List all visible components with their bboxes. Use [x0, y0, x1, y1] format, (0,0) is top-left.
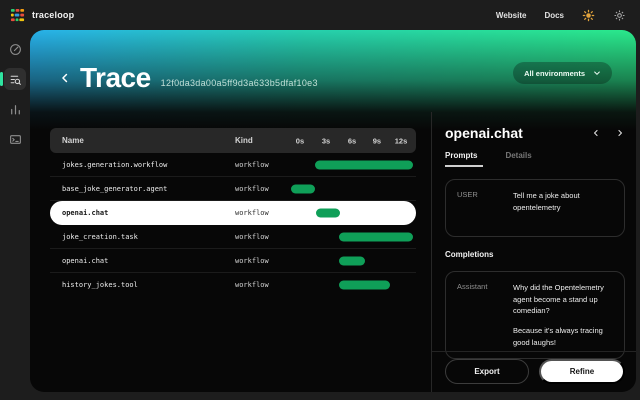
span-kind: workflow	[235, 161, 290, 169]
completion-paragraph: Why did the Opentelemetry agent become a…	[513, 282, 613, 317]
col-header-kind: Kind	[235, 136, 290, 145]
tab-prompts[interactable]: Prompts	[445, 151, 483, 167]
span-name: history_jokes.tool	[62, 281, 235, 289]
duration-bar	[291, 184, 315, 193]
dashboard-compass-icon	[9, 43, 22, 56]
analytics-bar-chart-icon	[9, 103, 22, 116]
tab-details[interactable]: Details	[505, 151, 531, 167]
tick-label: 0s	[296, 136, 304, 145]
traceloop-logo-icon	[10, 8, 25, 23]
active-indicator	[0, 72, 3, 86]
sidebar-item-dashboard[interactable]	[4, 38, 26, 60]
duration-bar	[339, 256, 365, 265]
span-name: joke_creation.task	[62, 233, 235, 241]
table-row[interactable]: jokes.generation.workflow workflow	[50, 153, 416, 177]
table-row[interactable]: base_joke_generator.agent workflow	[50, 177, 416, 201]
website-link[interactable]: Website	[496, 11, 527, 20]
back-chevron-icon[interactable]	[58, 65, 76, 91]
completion-paragraph: Because it's always tracing good laughs!	[513, 325, 613, 348]
table-row-selected[interactable]: openai.chat workflow	[50, 201, 416, 225]
sidebar-item-traces[interactable]	[4, 68, 26, 90]
prompt-text: Tell me a joke about opentelemetry	[513, 190, 613, 226]
playground-terminal-icon	[9, 133, 22, 146]
page-title: Trace	[80, 62, 151, 94]
topbar: traceloop Website Docs	[0, 0, 640, 30]
span-detail-title: openai.chat	[445, 125, 523, 141]
detail-tabs: Prompts Details	[445, 151, 625, 167]
timeline-axis: 0s 3s 6s 9s 12s	[290, 128, 416, 153]
theme-toggle-sun-icon[interactable]	[582, 9, 595, 22]
completions-heading: Completions	[445, 250, 625, 259]
sidebar	[0, 30, 30, 400]
duration-bar	[339, 232, 413, 241]
span-kind: workflow	[235, 233, 290, 241]
environment-dropdown-value: All environments	[524, 69, 585, 78]
tick-label: 12s	[395, 136, 408, 145]
table-row[interactable]: history_jokes.tool workflow	[50, 273, 416, 297]
span-kind: workflow	[235, 209, 290, 217]
sidebar-item-analytics[interactable]	[4, 98, 26, 120]
span-kind: workflow	[235, 257, 290, 265]
export-button[interactable]: Export	[445, 359, 529, 384]
duration-bar	[339, 281, 390, 290]
next-span-chevron-icon[interactable]	[615, 128, 625, 138]
docs-link[interactable]: Docs	[544, 11, 564, 20]
spans-table: Name Kind 0s 3s 6s 9s 12s jokes.generati…	[50, 128, 416, 297]
brand-name: traceloop	[32, 10, 74, 20]
prompt-role-label: USER	[457, 190, 503, 226]
refine-button[interactable]: Refine	[539, 359, 625, 384]
prompt-card: USER Tell me a joke about opentelemetry	[445, 179, 625, 237]
completion-text: Why did the Opentelemetry agent become a…	[513, 282, 613, 348]
tick-label: 3s	[322, 136, 330, 145]
prev-span-chevron-icon[interactable]	[591, 128, 601, 138]
brand-logo[interactable]: traceloop	[10, 8, 74, 23]
main-panel: Trace 12f0da3da00a5ff9d3a633b5dfaf10e3 A…	[30, 30, 636, 392]
span-name: base_joke_generator.agent	[62, 185, 235, 193]
duration-bar	[316, 208, 340, 217]
span-kind: workflow	[235, 281, 290, 289]
span-name: jokes.generation.workflow	[62, 161, 235, 169]
sidebar-item-playground[interactable]	[4, 128, 26, 150]
traces-search-icon	[9, 73, 22, 86]
col-header-name: Name	[62, 136, 235, 145]
detail-footer: Export Refine	[432, 351, 636, 392]
tick-label: 6s	[348, 136, 356, 145]
settings-gear-icon[interactable]	[613, 9, 626, 22]
table-row[interactable]: openai.chat workflow	[50, 249, 416, 273]
span-name: openai.chat	[62, 209, 235, 217]
chevron-down-icon	[593, 69, 601, 77]
completion-role-label: Assistant	[457, 282, 503, 348]
duration-bar	[315, 160, 413, 169]
span-name: openai.chat	[62, 257, 235, 265]
span-detail-panel: openai.chat Prompts Details	[431, 112, 636, 392]
environment-dropdown[interactable]: All environments	[513, 62, 612, 84]
table-row[interactable]: joke_creation.task workflow	[50, 225, 416, 249]
span-kind: workflow	[235, 185, 290, 193]
table-header: Name Kind 0s 3s 6s 9s 12s	[50, 128, 416, 153]
trace-id: 12f0da3da00a5ff9d3a633b5dfaf10e3	[161, 78, 318, 88]
app: traceloop Website Docs	[0, 0, 640, 400]
tick-label: 9s	[373, 136, 381, 145]
completion-card: Assistant Why did the Opentelemetry agen…	[445, 271, 625, 359]
